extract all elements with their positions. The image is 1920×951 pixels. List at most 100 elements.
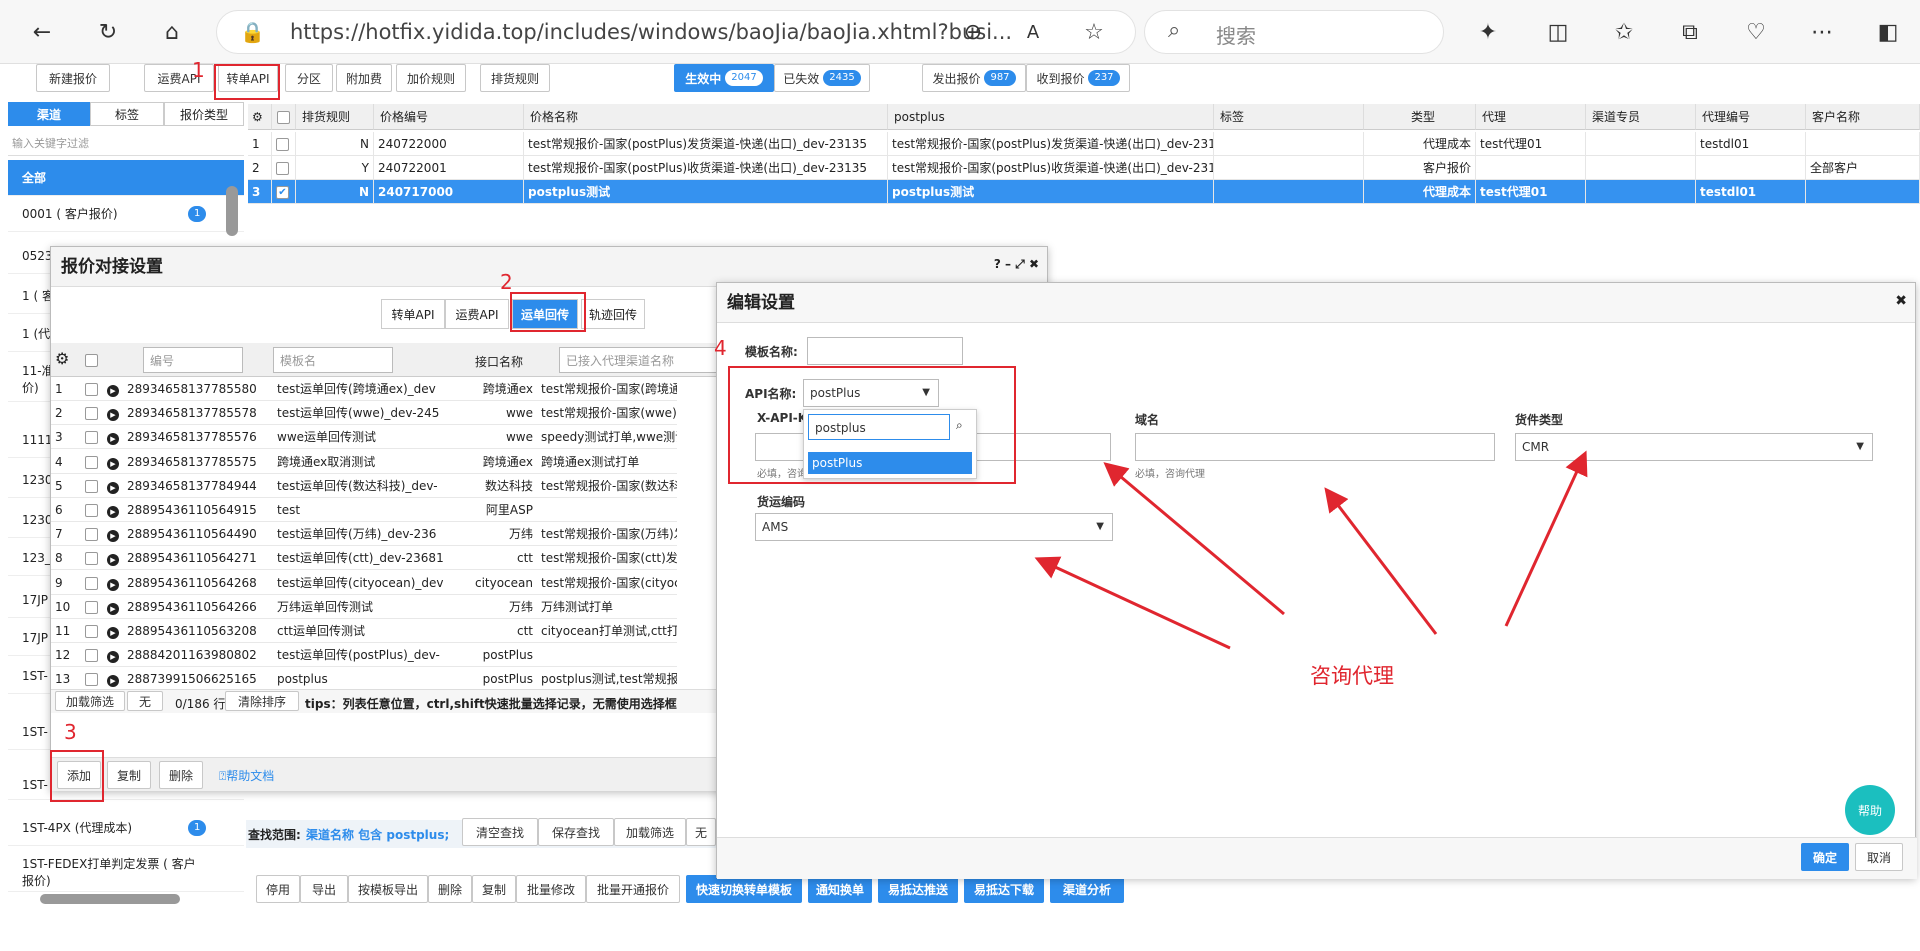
help-doc-link[interactable]: ⍰帮助文档 — [219, 767, 274, 784]
row-checkbox[interactable] — [81, 546, 103, 571]
col-price-code[interactable]: 价格编号 — [374, 104, 524, 130]
yidida-download-button[interactable]: 易抵达下载 — [964, 875, 1044, 903]
active-filter-button[interactable]: 生效中 2047 — [674, 64, 774, 92]
expired-filter-button[interactable]: 已失效 2435 — [774, 64, 870, 92]
batch-open-quote-button[interactable]: 批量开通报价 — [586, 875, 680, 903]
clear-find-button[interactable]: 清空查找 — [462, 818, 538, 846]
yidida-push-button[interactable]: 易抵达推送 — [878, 875, 958, 903]
grid-settings-icon[interactable]: ⚙ — [248, 104, 272, 130]
template-name-input[interactable] — [807, 337, 963, 365]
col-agent[interactable]: 代理 — [1476, 104, 1586, 130]
left-hscrollbar-thumb[interactable] — [40, 894, 180, 904]
cancel-button[interactable]: 取消 — [1855, 843, 1903, 871]
split-screen-icon[interactable]: ◫ — [1540, 14, 1576, 50]
export-button[interactable]: 导出 — [300, 875, 348, 903]
play-icon[interactable]: ▶ — [103, 425, 123, 450]
dialog-load-filter-button[interactable]: 加载筛选 — [55, 691, 125, 711]
tab-order-api[interactable]: 转单API — [381, 299, 445, 329]
left-item-all[interactable]: 全部 — [8, 160, 244, 196]
zone-button[interactable]: 分区 — [285, 64, 333, 92]
play-icon[interactable]: ▶ — [103, 522, 123, 547]
markup-rule-button[interactable]: 加价规则 — [396, 64, 466, 92]
save-find-button[interactable]: 保存查找 — [538, 818, 614, 846]
copy-button[interactable]: 复制 — [472, 875, 516, 903]
row-checkbox[interactable] — [81, 474, 103, 498]
collections-icon[interactable]: ⧉ — [1672, 14, 1708, 50]
surcharge-button[interactable]: 附加费 — [336, 64, 392, 92]
tab-channel[interactable]: 渠道 — [8, 102, 90, 126]
left-filter-input[interactable]: 输入关键字过滤 — [8, 132, 244, 156]
load-filter-button[interactable]: 加载筛选 — [614, 818, 686, 846]
favorite-star-icon[interactable]: ☆ — [1076, 14, 1112, 50]
favorites-icon[interactable]: ✩ — [1606, 14, 1642, 50]
search-box[interactable] — [1144, 10, 1444, 54]
tab-quote-type[interactable]: 报价类型 — [164, 102, 244, 126]
copy-template-button[interactable]: 复制 — [107, 761, 151, 789]
col-channel-staff[interactable]: 渠道专员 — [1586, 104, 1696, 130]
left-item[interactable]: 0001 ( 客户报价) 1 — [8, 196, 244, 232]
zoom-out-icon[interactable]: ⊖ — [955, 14, 991, 50]
new-quote-button[interactable]: 新建报价 — [36, 64, 110, 92]
sidebar-toggle-icon[interactable]: ◧ — [1870, 14, 1906, 50]
health-icon[interactable]: ♡ — [1738, 14, 1774, 50]
shipping-rule-button[interactable]: 排货规则 — [480, 64, 550, 92]
play-icon[interactable]: ▶ — [103, 546, 123, 571]
left-item[interactable]: 1ST-FEDEX打单判定发票 ( 客户 报价) — [8, 852, 244, 892]
row-checkbox[interactable] — [81, 667, 103, 692]
home-icon[interactable]: ⌂ — [154, 14, 190, 50]
quick-switch-template-button[interactable]: 快速切换转单模板 — [686, 875, 802, 903]
export-template-button[interactable]: 按模板导出 — [348, 875, 428, 903]
col-postplus[interactable]: postplus — [888, 104, 1214, 130]
domain-input[interactable] — [1135, 433, 1495, 461]
api-name-header[interactable]: 接口名称 — [475, 353, 523, 370]
disable-button[interactable]: 停用 — [256, 875, 300, 903]
dialog-window-controls[interactable]: ? – ⤢ ✖ — [994, 257, 1039, 272]
extensions-icon[interactable]: ✦ — [1470, 14, 1506, 50]
filter-none-select[interactable]: 无 — [686, 818, 716, 846]
play-icon[interactable]: ▶ — [103, 498, 123, 522]
code-filter-input[interactable]: 编号 — [143, 347, 243, 373]
play-icon[interactable]: ▶ — [103, 571, 123, 595]
dialog-select-all[interactable] — [85, 353, 98, 367]
col-customer-name[interactable]: 客户名称 — [1806, 104, 1920, 130]
clear-sort-button[interactable]: 清除排序 — [225, 691, 299, 711]
port-code-select[interactable]: AMS ▼ — [755, 513, 1113, 541]
col-agent-code[interactable]: 代理编号 — [1696, 104, 1806, 130]
row-checkbox[interactable] — [81, 595, 103, 619]
sent-quote-button[interactable]: 发出报价 987 — [922, 64, 1026, 92]
batch-edit-button[interactable]: 批量修改 — [516, 875, 586, 903]
received-quote-button[interactable]: 收到报价 237 — [1026, 64, 1130, 92]
play-icon[interactable]: ▶ — [103, 643, 123, 668]
play-icon[interactable]: ▶ — [103, 595, 123, 619]
play-icon[interactable]: ▶ — [103, 667, 123, 692]
channel-analysis-button[interactable]: 渠道分析 — [1050, 875, 1124, 903]
grid-select-all[interactable] — [272, 104, 296, 130]
left-item[interactable]: 1ST-4PX (代理成本) 1 — [8, 810, 244, 846]
notify-change-button[interactable]: 通知换单 — [808, 875, 872, 903]
template-filter-input[interactable]: 模板名 — [273, 347, 393, 373]
read-aloud-icon[interactable]: A — [1015, 14, 1051, 50]
cargo-type-select[interactable]: CMR ▼ — [1515, 433, 1873, 461]
col-shipping-rule[interactable]: 排货规则 — [296, 104, 374, 130]
col-type[interactable]: 类型 — [1364, 104, 1476, 130]
row-checkbox[interactable] — [81, 425, 103, 450]
row-checkbox[interactable] — [81, 571, 103, 595]
tab-tag[interactable]: 标签 — [90, 102, 164, 126]
col-price-name[interactable]: 价格名称 — [524, 104, 888, 130]
row-checkbox[interactable] — [81, 377, 103, 401]
back-icon[interactable]: ← — [24, 14, 60, 50]
row-checkbox[interactable] — [81, 498, 103, 522]
dialog-filter-select[interactable]: 无 — [127, 691, 163, 711]
refresh-icon[interactable]: ↻ — [90, 14, 126, 50]
row-checkbox[interactable] — [81, 401, 103, 426]
play-icon[interactable]: ▶ — [103, 474, 123, 498]
dialog-grid-settings-icon[interactable]: ⚙ — [55, 349, 69, 368]
row-checkbox[interactable] — [81, 643, 103, 668]
tab-track-return[interactable]: 轨迹回传 — [581, 299, 645, 329]
row-checkbox[interactable] — [81, 619, 103, 643]
delete-template-button[interactable]: 删除 — [159, 761, 203, 789]
play-icon[interactable]: ▶ — [103, 401, 123, 426]
channel-filter-input[interactable]: 已接入代理渠道名称 — [559, 347, 729, 373]
play-icon[interactable]: ▶ — [103, 619, 123, 643]
close-icon[interactable]: ✖ — [1895, 293, 1907, 309]
